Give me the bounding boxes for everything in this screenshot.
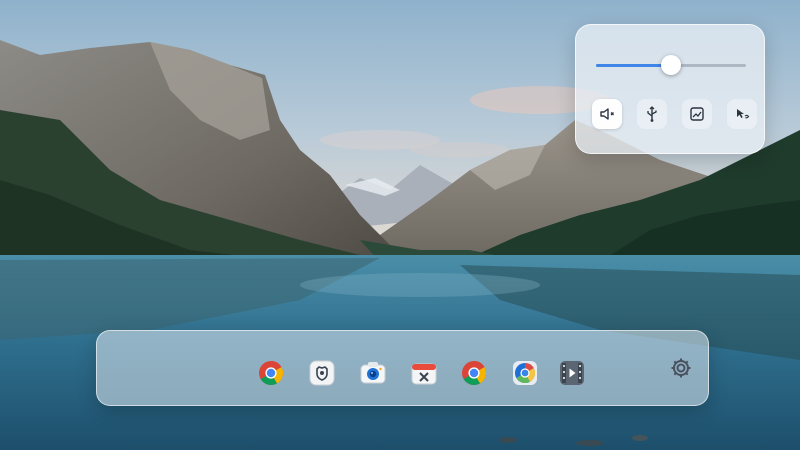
- chromium-icon: [513, 361, 537, 385]
- dock-app-video-player[interactable]: [558, 359, 586, 387]
- speaker-volume-icon: [600, 108, 614, 120]
- gear-icon: [671, 358, 691, 378]
- volume-slider-thumb[interactable]: [661, 55, 681, 75]
- settings-button[interactable]: [669, 356, 693, 380]
- close-box-icon: [411, 363, 437, 385]
- chrome-icon: [259, 361, 284, 386]
- dock-app-close-box[interactable]: [410, 359, 438, 387]
- camera-icon: [360, 362, 386, 384]
- quick-settings-toggles: [592, 99, 762, 129]
- dock: [96, 330, 709, 406]
- film-player-icon: [560, 361, 584, 385]
- mouse-cursor-button[interactable]: [727, 99, 757, 129]
- usb-button[interactable]: [637, 99, 667, 129]
- dock-app-chrome-2[interactable]: [460, 359, 488, 387]
- quick-settings-panel: [575, 24, 765, 154]
- dock-app-chrome[interactable]: [257, 359, 285, 387]
- speaker-volume-button[interactable]: [592, 99, 622, 129]
- mouse-cursor-icon: [737, 109, 750, 119]
- chart-window-button[interactable]: [682, 99, 712, 129]
- usb-icon: [647, 106, 657, 122]
- dock-app-chromium[interactable]: [511, 359, 539, 387]
- volume-slider[interactable]: [596, 55, 746, 75]
- shield-cat-icon: [309, 360, 335, 386]
- dock-app-shield[interactable]: [308, 359, 336, 387]
- dock-app-camera[interactable]: [359, 359, 387, 387]
- volume-slider-fill: [596, 64, 671, 67]
- chrome-icon: [462, 361, 487, 386]
- chart-window-icon: [690, 107, 704, 121]
